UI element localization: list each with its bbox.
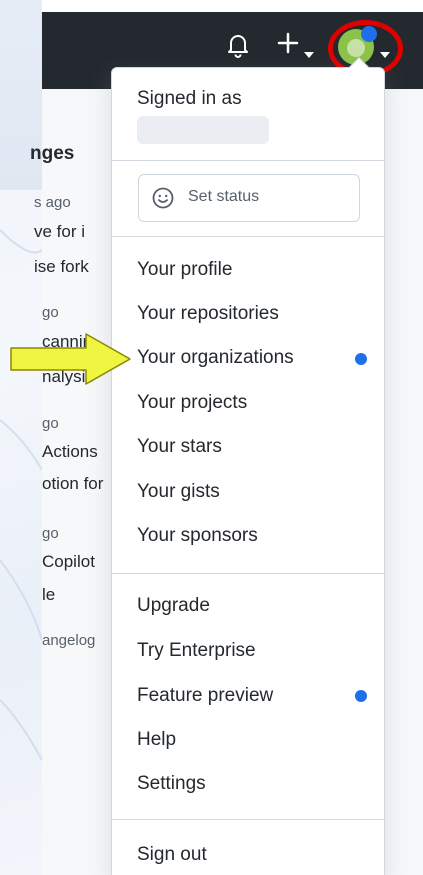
section-title: nges — [30, 143, 75, 164]
bell-icon[interactable] — [226, 32, 250, 63]
item-line[interactable]: Actions — [42, 442, 98, 462]
signed-in-label: Signed in as — [137, 88, 242, 109]
menu-item-sign-out[interactable]: Sign out — [137, 844, 207, 866]
item-time: go — [42, 415, 59, 432]
user-dropdown-menu: Signed in as Set status Your profile You… — [111, 57, 385, 875]
new-feature-dot — [355, 353, 367, 365]
menu-divider — [112, 573, 384, 574]
plus-icon[interactable] — [275, 30, 301, 61]
changelog-link[interactable]: angelog — [42, 632, 95, 649]
menu-item-your-sponsors[interactable]: Your sponsors — [137, 525, 258, 547]
menu-item-feature-preview[interactable]: Feature preview — [137, 685, 273, 707]
arrow-right-icon — [10, 333, 132, 390]
item-line[interactable]: ve for i — [34, 222, 85, 242]
menu-item-your-profile[interactable]: Your profile — [137, 259, 232, 281]
set-status-button[interactable]: Set status — [138, 174, 360, 222]
item-time: s ago — [34, 194, 71, 211]
item-line[interactable]: le — [42, 585, 55, 605]
caret-down-icon[interactable] — [304, 45, 314, 63]
item-line[interactable]: ise fork — [34, 257, 89, 277]
menu-item-try-enterprise[interactable]: Try Enterprise — [137, 640, 256, 662]
item-time: go — [42, 525, 59, 542]
item-time: go — [42, 304, 59, 321]
menu-item-upgrade[interactable]: Upgrade — [137, 595, 210, 617]
item-line[interactable]: otion for — [42, 474, 103, 494]
item-line[interactable]: Copilot — [42, 552, 95, 572]
menu-divider — [112, 236, 384, 237]
new-feature-dot — [355, 690, 367, 702]
set-status-label: Set status — [188, 188, 260, 205]
menu-item-your-gists[interactable]: Your gists — [137, 481, 220, 503]
menu-item-your-projects[interactable]: Your projects — [137, 392, 247, 414]
username-placeholder[interactable] — [137, 116, 269, 144]
menu-item-help[interactable]: Help — [137, 729, 176, 751]
menu-item-your-organizations[interactable]: Your organizations — [137, 347, 294, 369]
menu-divider — [112, 160, 384, 161]
menu-item-your-stars[interactable]: Your stars — [137, 436, 222, 458]
menu-item-settings[interactable]: Settings — [137, 773, 206, 795]
menu-divider — [112, 819, 384, 820]
smiley-icon — [152, 187, 174, 214]
menu-item-your-repositories[interactable]: Your repositories — [137, 303, 279, 325]
